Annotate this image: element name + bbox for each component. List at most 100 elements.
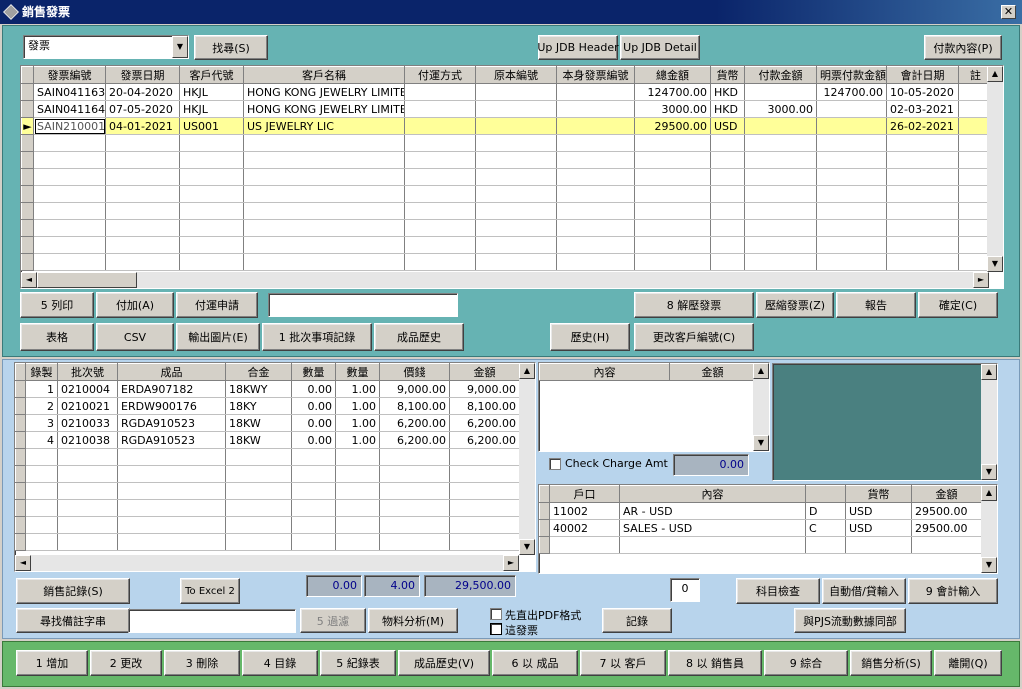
table-cell[interactable] — [243, 168, 405, 186]
table-cell[interactable] — [710, 185, 745, 203]
table-cell[interactable]: 6,200.00 — [449, 431, 520, 449]
table-cell[interactable]: 0210021 — [57, 397, 118, 415]
table-cell[interactable] — [449, 499, 520, 517]
table-cell[interactable] — [404, 253, 476, 271]
table-cell[interactable] — [634, 185, 711, 203]
row-indicator[interactable] — [21, 236, 34, 254]
table-cell[interactable] — [291, 499, 336, 517]
table-cell[interactable] — [243, 134, 405, 152]
table-cell[interactable] — [556, 168, 635, 186]
table-cell[interactable] — [225, 482, 292, 500]
change-customer-code-button[interactable]: 更改客戶編號(C) — [634, 323, 754, 351]
row-indicator[interactable] — [15, 465, 26, 483]
table-cell[interactable]: 6,200.00 — [379, 431, 450, 449]
table-cell[interactable] — [805, 536, 846, 554]
table-cell[interactable] — [475, 253, 557, 271]
table-cell[interactable] — [816, 219, 887, 237]
table-row[interactable] — [15, 482, 520, 500]
table-cell[interactable]: 4 — [25, 431, 58, 449]
table-cell[interactable] — [475, 168, 557, 186]
table-cell[interactable] — [33, 219, 106, 237]
table-cell[interactable] — [710, 134, 745, 152]
table-cell[interactable]: 0210033 — [57, 414, 118, 432]
table-cell[interactable]: HKJL — [179, 100, 244, 118]
to-excel-button[interactable]: To Excel 2 — [180, 578, 240, 604]
table-cell[interactable]: HKD — [710, 100, 745, 118]
charge-grid[interactable]: 內容 金額 ▲ ▼ — [538, 362, 770, 452]
this-invoice-checkbox[interactable] — [490, 623, 502, 635]
table-cell[interactable] — [744, 219, 817, 237]
table-cell[interactable] — [335, 499, 380, 517]
table-cell[interactable] — [449, 533, 520, 551]
scroll-up-icon[interactable]: ▲ — [987, 66, 1003, 82]
auto-dr-cr-button[interactable]: 自動借/貸輸入 — [822, 578, 906, 604]
table-cell[interactable] — [179, 168, 244, 186]
table-cell[interactable] — [710, 168, 745, 186]
table-cell[interactable] — [744, 253, 817, 271]
table-cell[interactable]: SAIN210001 — [33, 117, 106, 135]
acct-col-3[interactable]: 貨幣 — [845, 485, 912, 503]
table-cell[interactable] — [33, 253, 106, 271]
account-grid-vscroll[interactable]: ▲ ▼ — [981, 485, 997, 573]
acct-col-2[interactable] — [805, 485, 846, 503]
chevron-down-icon[interactable]: ▼ — [172, 36, 188, 58]
account-input-button[interactable]: 9 會計輸入 — [908, 578, 998, 604]
close-icon[interactable]: ✕ — [1001, 5, 1016, 19]
table-row[interactable] — [21, 236, 993, 254]
table-cell[interactable] — [404, 117, 476, 135]
table-row[interactable] — [21, 253, 993, 271]
table-cell[interactable]: 0210004 — [57, 380, 118, 398]
table-row[interactable] — [21, 219, 993, 237]
table-cell[interactable]: 29500.00 — [634, 117, 711, 135]
row-indicator[interactable] — [15, 414, 26, 432]
table-cell[interactable]: 1.00 — [335, 397, 380, 415]
current-row-arrow-icon[interactable]: ► — [21, 117, 34, 135]
subject-check-button[interactable]: 科目檢查 — [736, 578, 820, 604]
detail-col-5[interactable]: 數量 — [335, 363, 380, 381]
table-row[interactable] — [539, 536, 982, 554]
table-cell[interactable]: 9,000.00 — [449, 380, 520, 398]
table-cell[interactable] — [556, 236, 635, 254]
table-cell[interactable]: USD — [845, 519, 912, 537]
table-cell[interactable] — [379, 533, 450, 551]
catalog-button[interactable]: 4 目錄 — [242, 650, 318, 676]
table-cell[interactable] — [335, 448, 380, 466]
table-cell[interactable] — [816, 236, 887, 254]
table-cell[interactable] — [710, 151, 745, 169]
table-cell[interactable] — [33, 151, 106, 169]
table-cell[interactable] — [225, 533, 292, 551]
table-cell[interactable] — [105, 236, 180, 254]
table-cell[interactable]: RGDA910523 — [117, 414, 226, 432]
table-cell[interactable] — [816, 253, 887, 271]
table-cell[interactable] — [886, 134, 959, 152]
table-row[interactable]: 2 0210021 ERDW900176 18KY 0.00 1.00 8,100.00 8,… — [15, 397, 520, 415]
scroll-left-icon[interactable]: ◄ — [15, 555, 31, 571]
payment-content-button[interactable]: 付款內容(P) — [924, 35, 1002, 60]
table-cell[interactable] — [744, 151, 817, 169]
table-cell[interactable] — [105, 185, 180, 203]
table-cell[interactable] — [179, 236, 244, 254]
table-cell[interactable] — [225, 448, 292, 466]
table-cell[interactable] — [33, 236, 106, 254]
table-cell[interactable]: 02-03-2021 — [886, 100, 959, 118]
account-grid[interactable]: 戶口 內容 貨幣 金額 11002 AR - USD D USD 29500.00 40002 S… — [538, 484, 998, 574]
table-cell[interactable] — [744, 202, 817, 220]
table-cell[interactable] — [105, 168, 180, 186]
table-cell[interactable] — [57, 533, 118, 551]
row-indicator[interactable] — [21, 253, 34, 271]
table-cell[interactable] — [57, 516, 118, 534]
table-cell[interactable] — [291, 465, 336, 483]
table-cell[interactable] — [379, 516, 450, 534]
scroll-up-icon[interactable]: ▲ — [981, 485, 997, 501]
scroll-down-icon[interactable]: ▼ — [519, 539, 535, 555]
table-cell[interactable] — [816, 117, 887, 135]
row-indicator[interactable] — [15, 516, 26, 534]
by-salesperson-button[interactable]: 8 以 銷售員 — [668, 650, 762, 676]
invoice-grid[interactable]: 發票編號 發票日期 客戶代號 客戶名稱 付運方式 原本編號 本身發票編號 總金額 貨幣 付款金額明… — [20, 65, 1004, 289]
shipping-request-button[interactable]: 付運申請 — [176, 292, 258, 318]
table-cell[interactable] — [25, 533, 58, 551]
table-cell[interactable] — [57, 448, 118, 466]
table-cell[interactable]: 18KW — [225, 431, 292, 449]
table-cell[interactable] — [475, 236, 557, 254]
row-indicator[interactable] — [15, 397, 26, 415]
